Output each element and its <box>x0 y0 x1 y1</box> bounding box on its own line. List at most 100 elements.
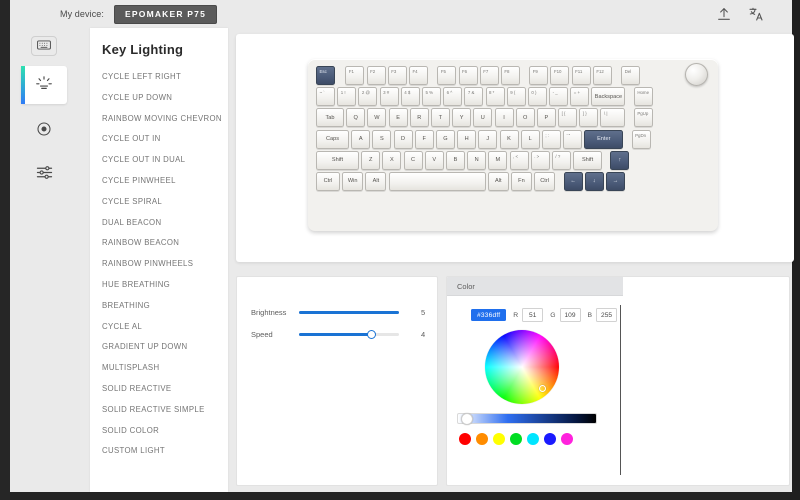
effect-list-item[interactable]: CYCLE SPIRAL <box>90 192 228 213</box>
keyboard-key[interactable]: F7 <box>479 66 499 85</box>
keyboard-key[interactable]: . > <box>530 150 550 170</box>
keyboard-key[interactable]: 2 @ <box>358 87 378 107</box>
color-swatch[interactable] <box>561 433 573 445</box>
sidebar-item-keyboard[interactable] <box>31 36 57 56</box>
effect-list-item[interactable]: SOLID REACTIVE SIMPLE <box>90 400 228 421</box>
sidebar-item-lighting[interactable] <box>21 66 67 104</box>
keyboard-key[interactable]: B <box>445 150 465 170</box>
color-swatch[interactable] <box>459 433 471 445</box>
keyboard-key[interactable]: PgUp <box>633 108 653 128</box>
keyboard-key[interactable]: F5 <box>437 66 457 85</box>
sidebar-item-macro[interactable] <box>21 114 67 148</box>
keyboard-key[interactable]: PgDn <box>631 129 651 149</box>
keyboard-key[interactable]: ; : <box>541 129 561 149</box>
keyboard-key[interactable]: S <box>372 129 392 149</box>
keyboard-key[interactable]: X <box>382 150 402 170</box>
keyboard-key[interactable]: F8 <box>500 66 520 85</box>
slider-track[interactable] <box>299 329 399 339</box>
keyboard-key[interactable]: F10 <box>550 66 570 85</box>
effect-list-item[interactable]: CYCLE UP DOWN <box>90 88 228 109</box>
keyboard-key[interactable]: M <box>488 150 508 170</box>
keyboard-key[interactable]: 7 & <box>464 87 484 107</box>
keyboard-key[interactable]: O <box>515 108 535 128</box>
keyboard-key[interactable]: J <box>478 129 498 149</box>
device-name-chip[interactable]: EPOMAKER P75 <box>114 4 218 24</box>
keyboard-key[interactable]: Ctrl <box>316 171 340 191</box>
blue-input[interactable]: 255 <box>596 308 618 322</box>
keyboard-key[interactable]: 1 ! <box>337 87 357 107</box>
keyboard-key[interactable]: F3 <box>387 66 407 85</box>
keyboard-key[interactable]: 5 % <box>421 87 441 107</box>
color-wheel-cursor[interactable] <box>539 385 546 392</box>
color-value-slider-thumb[interactable] <box>460 413 473 425</box>
keyboard-key[interactable]: ] } <box>579 108 599 128</box>
keyboard-key[interactable]: F6 <box>458 66 478 85</box>
effect-list-item[interactable]: SOLID REACTIVE <box>90 379 228 400</box>
keyboard-key[interactable]: K <box>499 129 519 149</box>
keyboard-key[interactable]: ~ ` <box>316 87 335 107</box>
keyboard-key[interactable]: = + <box>570 87 590 107</box>
effect-list-item[interactable]: RAINBOW MOVING CHEVRON <box>90 109 228 130</box>
keyboard-key[interactable]: ↓ <box>584 171 604 191</box>
keyboard-key[interactable]: Home <box>633 87 653 107</box>
slider-thumb[interactable] <box>366 329 376 339</box>
effect-list-item[interactable]: MULTISPLASH <box>90 358 228 379</box>
keyboard-key[interactable]: Fn <box>510 171 532 191</box>
keyboard-key[interactable]: F12 <box>592 66 612 85</box>
keyboard-key[interactable]: Ctrl <box>534 171 556 191</box>
keyboard-key[interactable]: E <box>388 108 408 128</box>
keyboard-key[interactable]: Caps <box>316 129 349 149</box>
keyboard-key[interactable]: 3 # <box>379 87 399 107</box>
keyboard-key[interactable]: \ | <box>600 108 626 128</box>
keyboard-key[interactable]: L <box>520 129 540 149</box>
effect-list-item[interactable]: DUAL BEACON <box>90 213 228 234</box>
keyboard-key[interactable]: W <box>367 108 387 128</box>
effect-list-item[interactable]: SOLID COLOR <box>90 421 228 442</box>
effect-list-item[interactable]: GRADIENT UP DOWN <box>90 337 228 358</box>
keyboard-key[interactable]: I <box>494 108 514 128</box>
keyboard-key[interactable]: Alt <box>487 171 509 191</box>
keyboard-render[interactable]: Esc F1 F2 F3 F4 F5 F6 F7 F8 F9 F10 F11 F12 Del ~ ` 1 ! 2… <box>308 59 718 231</box>
keyboard-key[interactable]: C <box>403 150 423 170</box>
keyboard-key[interactable]: G <box>435 129 455 149</box>
keyboard-key[interactable]: Backspace <box>591 87 626 107</box>
slider-track[interactable] <box>299 310 399 314</box>
keyboard-key[interactable]: Esc <box>316 66 335 85</box>
keyboard-key[interactable]: Win <box>342 171 364 191</box>
color-wheel[interactable] <box>485 330 559 404</box>
keyboard-key[interactable]: P <box>536 108 556 128</box>
upload-icon[interactable] <box>716 6 732 22</box>
keyboard-key[interactable]: A <box>351 129 371 149</box>
effect-list-item[interactable]: RAINBOW BEACON <box>90 233 228 254</box>
color-swatch[interactable] <box>476 433 488 445</box>
keyboard-key[interactable]: Y <box>452 108 472 128</box>
keyboard-key[interactable]: Alt <box>365 171 387 191</box>
effect-list-item[interactable]: BREATHING <box>90 296 228 317</box>
effect-list-item[interactable]: CYCLE AL <box>90 317 228 338</box>
hex-field[interactable]: #336dff <box>471 309 507 321</box>
keyboard-key[interactable]: / ? <box>551 150 571 170</box>
keyboard-key[interactable]: 4 $ <box>400 87 420 107</box>
green-input[interactable]: 109 <box>559 308 581 322</box>
effect-list-item[interactable]: HUE BREATHING <box>90 275 228 296</box>
keyboard-key[interactable]: ↑ <box>610 150 630 170</box>
keyboard-key[interactable]: Enter <box>584 129 624 149</box>
effect-list-item[interactable]: CYCLE LEFT RIGHT <box>90 67 228 88</box>
keyboard-key[interactable]: 6 ^ <box>443 87 463 107</box>
keyboard-key[interactable]: H <box>457 129 477 149</box>
effect-list-item[interactable]: CYCLE PINWHEEL <box>90 171 228 192</box>
keyboard-key[interactable]: Tab <box>316 108 344 128</box>
color-swatch[interactable] <box>527 433 539 445</box>
keyboard-key[interactable]: → <box>605 171 625 191</box>
keyboard-key[interactable]: Shift <box>316 150 359 170</box>
keyboard-key[interactable]: F <box>414 129 434 149</box>
keyboard-key[interactable]: F11 <box>571 66 591 85</box>
keyboard-key[interactable]: 0 ) <box>527 87 547 107</box>
keyboard-key[interactable]: T <box>430 108 450 128</box>
keyboard-key[interactable]: ' " <box>563 129 583 149</box>
keyboard-key[interactable]: V <box>424 150 444 170</box>
keyboard-key[interactable]: F1 <box>345 66 365 85</box>
keyboard-key[interactable]: Q <box>346 108 366 128</box>
keyboard-key[interactable]: U <box>473 108 493 128</box>
color-swatch[interactable] <box>493 433 505 445</box>
